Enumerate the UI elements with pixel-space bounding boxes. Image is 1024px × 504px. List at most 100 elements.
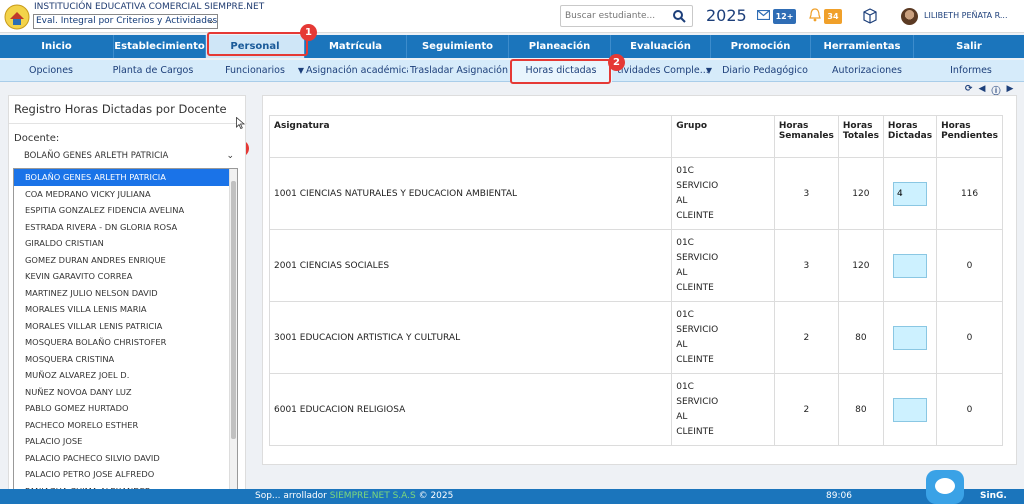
forward-icon[interactable]: ▶: [1006, 84, 1013, 94]
docente-option[interactable]: ESPITIA GONZALEZ FIDENCIA AVELINA: [14, 202, 237, 219]
docente-option[interactable]: ESTRADA RIVERA - DN GLORIA ROSA: [14, 219, 237, 236]
menu-evaluacion[interactable]: Evaluación: [611, 35, 711, 58]
menu-salir[interactable]: Salir: [914, 35, 1024, 58]
grupo-line: 01C: [676, 381, 694, 392]
docente-option[interactable]: NUÑEZ NOVOA DANY LUZ: [14, 384, 237, 401]
menu-establecimiento[interactable]: Establecimiento: [114, 35, 206, 58]
mail-icon[interactable]: [757, 10, 770, 20]
docente-option[interactable]: GIRALDO CRISTIAN: [14, 235, 237, 252]
cell-asignatura: 1001 CIENCIAS NATURALES Y EDUCACION AMBI…: [268, 157, 673, 230]
docente-option[interactable]: COA MEDRANO VICKY JULIANA: [14, 186, 237, 203]
cell-horas-semanales: 3: [773, 157, 839, 230]
table-row: 3001 EDUCACION ARTISTICA Y CULTURAL 01C …: [268, 301, 1003, 374]
refresh-icon[interactable]: ⟳: [965, 84, 973, 94]
docente-option[interactable]: MORALES VILLAR LENIS PATRICIA: [14, 318, 237, 335]
bell-icon[interactable]: [809, 8, 821, 22]
grupo-line: CLEINTE: [676, 210, 714, 221]
submenu-asignacion-academica[interactable]: Asignación académica: [306, 60, 408, 82]
docente-option[interactable]: PALACIO JOSE: [14, 433, 237, 450]
cell-asignatura: 2001 CIENCIAS SOCIALES: [268, 229, 673, 302]
menu-planeacion[interactable]: Planeación: [509, 35, 611, 58]
footer-logo-text: SinG.: [980, 491, 1007, 501]
user-name[interactable]: LILIBETH PEÑATA R...: [924, 11, 1008, 20]
step-marker-1: 1: [300, 24, 317, 41]
student-search[interactable]: [560, 5, 693, 27]
menu-promocion[interactable]: Promoción: [711, 35, 811, 58]
grupo-line: SERVICIO: [676, 324, 719, 335]
submenu-planta-cargos[interactable]: Planta de Cargos: [102, 60, 204, 82]
header-horas-pendientes: Horas Pendientes: [936, 115, 1003, 158]
page-tools: ⟳ ◀ ⓘ ▶: [965, 84, 1021, 97]
submenu-opciones[interactable]: Opciones: [0, 60, 102, 82]
grupo-line: 01C: [676, 237, 694, 248]
search-icon[interactable]: [672, 9, 686, 23]
cell-asignatura: 6001 EDUCACION RELIGIOSA: [268, 373, 673, 446]
cube-icon[interactable]: [862, 8, 878, 24]
docente-option[interactable]: MARTINEZ JULIO NELSON DAVID: [14, 285, 237, 302]
back-icon[interactable]: ◀: [979, 84, 986, 94]
menu-inicio[interactable]: Inicio: [0, 35, 114, 58]
menu-seguimiento[interactable]: Seguimiento: [407, 35, 509, 58]
school-year[interactable]: 2025: [706, 6, 747, 25]
menu-matricula[interactable]: Matrícula: [305, 35, 407, 58]
docente-option[interactable]: MOSQUERA CRISTINA: [14, 351, 237, 368]
docente-option[interactable]: MUÑOZ ALVAREZ JOEL D.: [14, 367, 237, 384]
cell-horas-semanales: 2: [773, 301, 839, 374]
chat-bubble-icon[interactable]: [926, 470, 964, 504]
docente-option[interactable]: BOLAÑO GENES ARLETH PATRICIA: [14, 169, 237, 186]
docente-dropdown-list[interactable]: BOLAÑO GENES ARLETH PATRICIA COA MEDRANO…: [13, 168, 238, 498]
docente-option[interactable]: MORALES VILLA LENIS MARIA: [14, 301, 237, 318]
top-bar: INSTITUCIÓN EDUCATIVA COMERCIAL SIEMPRE.…: [0, 0, 1024, 33]
docente-option[interactable]: KEVIN GARAVITO CORREA: [14, 268, 237, 285]
notifications-badge[interactable]: 34: [824, 9, 842, 24]
footer-prefix: Sop... arrollador: [255, 491, 330, 501]
submenu-actividades-complementarias[interactable]: tividades Comple... ▼: [612, 60, 714, 82]
menu-herramientas[interactable]: Herramientas: [811, 35, 914, 58]
submenu-diario-pedagogico[interactable]: Diario Pedagógico: [714, 60, 816, 82]
grupo-line: AL: [676, 195, 688, 206]
grupo-line: SERVICIO: [676, 252, 719, 263]
cell-horas-pendientes: 0: [936, 301, 1003, 374]
submenu-informes[interactable]: Informes: [918, 60, 1024, 82]
footer-credits: Sop... arrollador SIEMPRE.NET S.A.S © 20…: [255, 489, 453, 504]
horas-dictadas-input[interactable]: [892, 397, 927, 422]
horas-dictadas-input[interactable]: [892, 181, 927, 206]
submenu-funcionarios-label: Funcionarios: [225, 65, 285, 76]
cell-grupo: 01C SERVICIO AL CLEINTE: [671, 373, 775, 446]
highlight-horas-dictadas: [510, 59, 611, 84]
docente-option[interactable]: MOSQUERA BOLAÑO CHRISTOFER: [14, 334, 237, 351]
student-search-input[interactable]: [561, 6, 666, 26]
chat-bubble-inner: [935, 478, 955, 494]
docente-select-value: BOLAÑO GENES ARLETH PATRICIA: [24, 151, 169, 161]
divider: [9, 123, 247, 124]
docente-select[interactable]: BOLAÑO GENES ARLETH PATRICIA ⌄: [14, 148, 236, 164]
grupo-line: AL: [676, 267, 688, 278]
user-avatar[interactable]: [901, 8, 918, 25]
docente-option[interactable]: PALACIO PETRO JOSE ALFREDO: [14, 466, 237, 483]
docente-option[interactable]: PALACIO PACHECO SILVIO DAVID: [14, 450, 237, 467]
submenu-autorizaciones[interactable]: Autorizaciones: [816, 60, 918, 82]
header-asignatura: Asignatura: [268, 115, 673, 158]
evaluation-mode-select[interactable]: Eval. Integral por Criterios y Actividad…: [33, 14, 218, 29]
footer-bar: Sop... arrollador SIEMPRE.NET S.A.S © 20…: [0, 489, 1024, 504]
horas-dictadas-table: Asignatura Grupo Horas Semanales Horas T…: [268, 115, 1003, 446]
chevron-down-icon: ⌄: [226, 151, 234, 161]
messages-badge[interactable]: 12+: [773, 9, 796, 24]
dropdown-scrollbar[interactable]: [229, 169, 237, 497]
main-menu: Inicio Establecimiento Personal Matrícul…: [0, 35, 1024, 58]
header-grupo: Grupo: [671, 115, 775, 158]
submenu-funcionarios[interactable]: Funcionarios ▼: [204, 60, 306, 82]
horas-dictadas-input[interactable]: [892, 253, 927, 278]
docente-option[interactable]: GOMEZ DURAN ANDRES ENRIQUE: [14, 252, 237, 269]
info-icon[interactable]: ⓘ: [991, 84, 1000, 97]
submenu-trasladar-asignacion[interactable]: Trasladar Asignación: [408, 60, 510, 82]
cell-horas-totales: 120: [837, 229, 884, 302]
scrollbar-thumb[interactable]: [231, 181, 236, 439]
table-row: 2001 CIENCIAS SOCIALES 01C SERVICIO AL C…: [268, 229, 1003, 302]
docente-option[interactable]: PABLO GOMEZ HURTADO: [14, 400, 237, 417]
horas-dictadas-input[interactable]: [892, 325, 927, 350]
docente-option[interactable]: PACHECO MORELO ESTHER: [14, 417, 237, 434]
cell-grupo: 01C SERVICIO AL CLEINTE: [671, 301, 775, 374]
highlight-personal: [207, 32, 308, 56]
footer-brand-link[interactable]: SIEMPRE.NET S.A.S: [330, 491, 416, 501]
